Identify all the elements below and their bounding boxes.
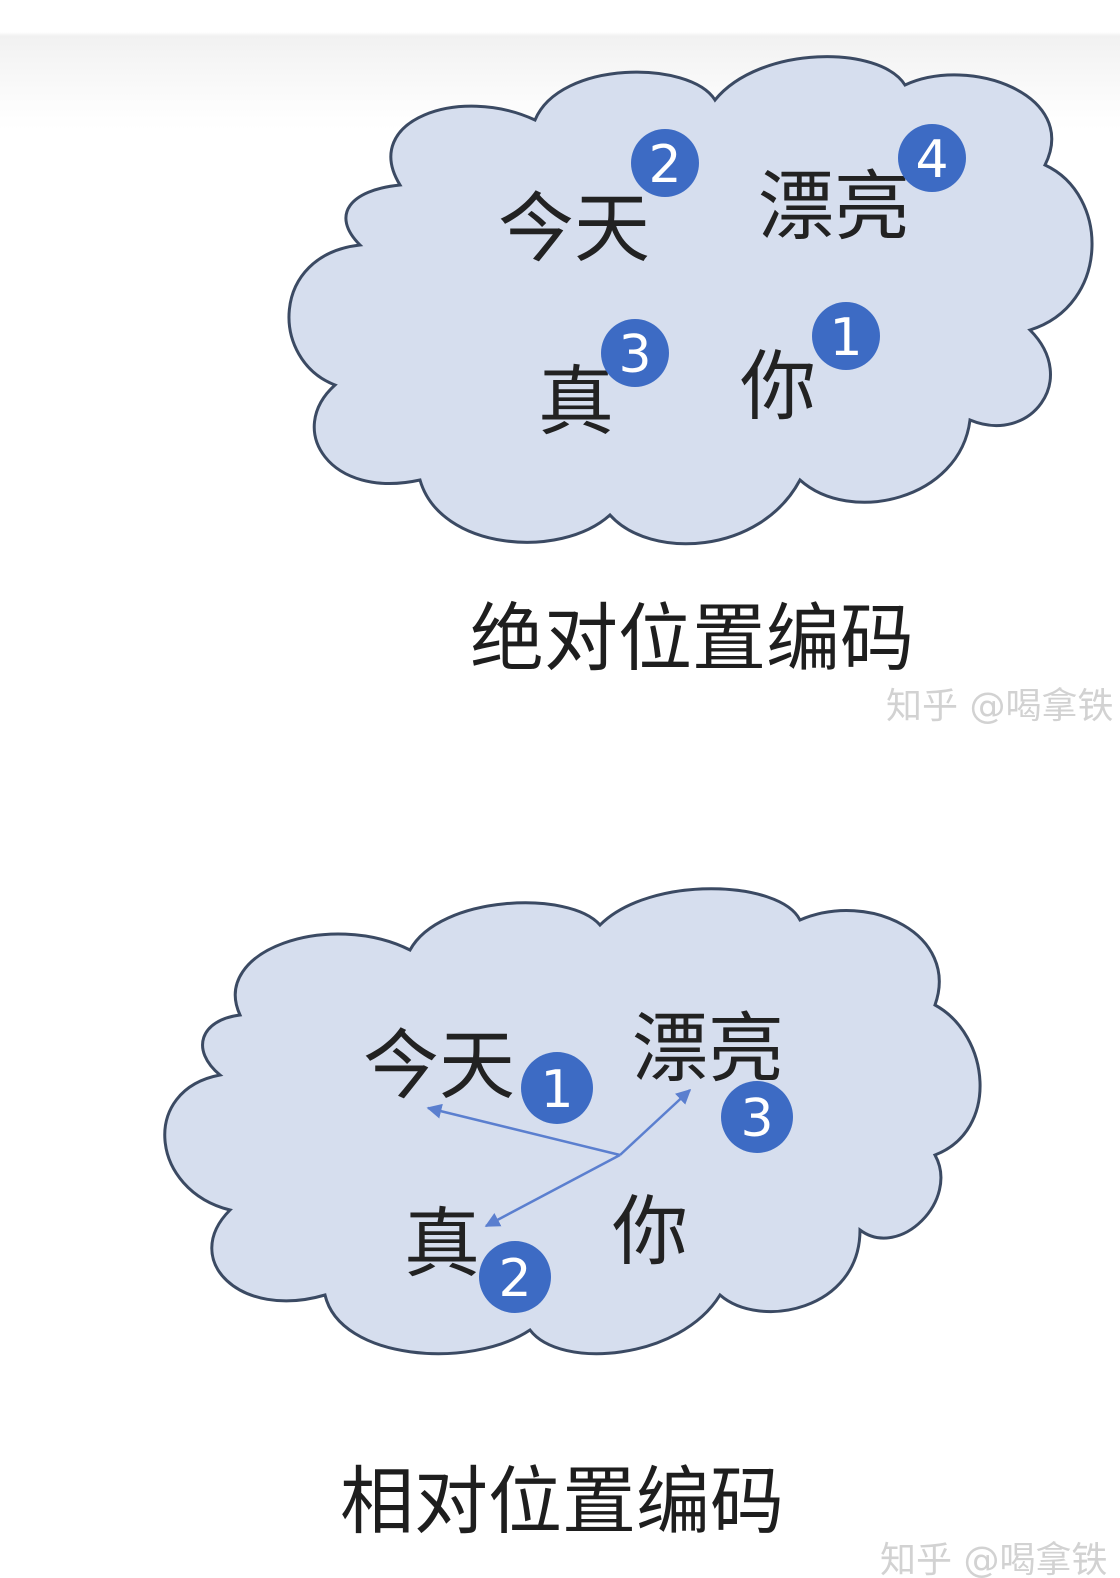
word-jintian: 今天 (498, 184, 650, 273)
word-zhen: 真 (404, 1199, 480, 1288)
badge: 3 (721, 1081, 793, 1153)
badge: 2 (479, 1241, 551, 1313)
word-jintian: 今天 (363, 1021, 515, 1110)
word-piaoliang: 漂亮 (758, 162, 910, 251)
badge-number: 2 (648, 135, 681, 195)
word-piaoliang: 漂亮 (632, 1004, 784, 1093)
cloud-shape (287, 55, 1094, 546)
absolute-encoding-diagram: 今天 2 漂亮 4 真 3 你 1 绝对位置编码 知乎 @喝拿铁 (287, 55, 1113, 727)
word-ni: 你 (740, 342, 816, 431)
badge: 2 (631, 129, 699, 197)
word-zhen: 真 (538, 357, 614, 446)
watermark: 知乎 @喝拿铁 (886, 686, 1113, 727)
badge: 3 (601, 319, 669, 387)
badge-number: 1 (540, 1060, 573, 1120)
position-encoding-figure: 今天 2 漂亮 4 真 3 你 1 绝对位置编码 知乎 @喝拿铁 今天 1 漂亮… (163, 55, 1113, 1578)
caption-relative: 相对位置编码 (340, 1459, 784, 1545)
caption-absolute: 绝对位置编码 (470, 596, 914, 682)
watermark: 知乎 @喝拿铁 (880, 1540, 1107, 1578)
relative-encoding-diagram: 今天 1 漂亮 3 真 2 你 相对位置编码 知乎 @喝拿铁 (163, 887, 1107, 1578)
cloud-shape (163, 887, 982, 1356)
badge-number: 3 (740, 1089, 773, 1149)
badge-number: 3 (618, 325, 651, 385)
badge-number: 4 (915, 130, 948, 190)
badge: 1 (812, 302, 880, 370)
word-ni: 你 (612, 1187, 688, 1276)
badge-number: 2 (498, 1249, 531, 1309)
badge: 1 (521, 1052, 593, 1124)
badge: 4 (898, 124, 966, 192)
badge-number: 1 (829, 308, 862, 368)
